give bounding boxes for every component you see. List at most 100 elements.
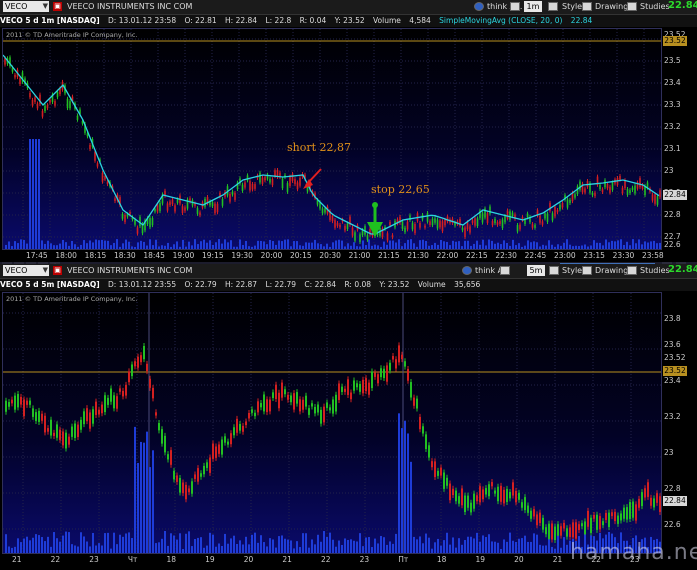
candle-body	[516, 225, 519, 232]
candle-body	[185, 484, 187, 500]
top-time-tick: 19:30	[231, 251, 253, 260]
candle-body	[338, 383, 340, 400]
top-globe-icon[interactable]	[474, 2, 484, 11]
volume-bar	[371, 547, 373, 553]
candle-body	[56, 91, 59, 98]
volume-bar	[419, 536, 421, 553]
volume-bar	[167, 242, 169, 249]
volume-bar	[536, 242, 538, 249]
volume-bar	[62, 535, 64, 553]
volume-bar	[350, 245, 352, 249]
top-style-icon	[548, 2, 558, 11]
volume-bar	[161, 245, 163, 249]
candle-body	[578, 524, 580, 531]
volume-bar	[209, 240, 211, 249]
candle-body	[182, 482, 184, 494]
top-price-plot[interactable]: 2011 © TD Ameritrade IP Company, Inc. sh…	[2, 28, 662, 250]
volume-bar	[509, 245, 511, 249]
volume-bar	[251, 534, 253, 553]
bottom-style-button[interactable]: Style	[562, 265, 582, 276]
candle-body	[515, 490, 517, 503]
volume-bar	[200, 241, 202, 249]
candle-body	[49, 99, 51, 103]
volume-bar	[59, 243, 61, 249]
volume-bar	[485, 537, 487, 553]
bottom-price-tick: 22.8	[664, 484, 681, 493]
candle-body	[98, 409, 100, 415]
bottom-price-plot[interactable]: 2011 © TD Ameritrade IP Company, Inc.	[2, 292, 662, 554]
volume-bar	[431, 548, 433, 553]
volume-bar	[518, 538, 520, 553]
candle-body	[167, 454, 169, 460]
volume-bar	[530, 242, 532, 249]
candle-body	[151, 218, 154, 226]
volume-bar	[227, 242, 229, 249]
bottom-symbol-field[interactable]: VECO ▼	[3, 265, 49, 276]
volume-bar	[470, 536, 472, 553]
top-symbol-field[interactable]: VECO ▼	[3, 1, 49, 12]
bottom-link-icon[interactable]: ▣	[53, 266, 62, 275]
candle-body	[114, 198, 116, 202]
volume-bar	[173, 244, 175, 249]
candle-body	[139, 216, 141, 227]
volume-bar	[479, 244, 481, 249]
volume-bar	[254, 532, 256, 553]
candle-body	[59, 429, 61, 440]
volume-bar	[356, 246, 358, 249]
volume-bar	[149, 467, 151, 553]
top-style-button[interactable]: Style	[562, 1, 582, 12]
bottom-price-axis: 23.8 23.6 23.52 23.4 23.2 23 22.8 22.6	[662, 292, 697, 554]
volume-bar	[221, 243, 223, 249]
volume-bar	[128, 532, 130, 553]
candle-body	[620, 513, 622, 521]
volume-bar	[155, 543, 157, 553]
top-price-svg	[3, 29, 661, 249]
volume-bar	[35, 534, 37, 553]
bottom-time-tick: 20	[514, 555, 524, 564]
candle-body	[62, 431, 64, 446]
volume-bar	[626, 241, 628, 249]
volume-bar	[335, 546, 337, 553]
bottom-chart-type-icon[interactable]	[500, 266, 510, 275]
candle-body	[635, 504, 637, 521]
candle-body	[647, 482, 649, 497]
bottom-studies-button[interactable]: Studies	[640, 265, 670, 276]
volume-bar	[242, 544, 244, 553]
bottom-timeframe-field[interactable]: 5m	[527, 265, 545, 276]
volume-bar	[125, 239, 127, 249]
bottom-quote-date: D: 13.01.12 23:55	[108, 280, 177, 289]
volume-bar	[293, 241, 295, 249]
candle-body	[656, 493, 658, 503]
candle-body	[609, 186, 611, 193]
candle-body	[392, 356, 394, 360]
volume-bar	[44, 243, 46, 249]
volume-bar	[416, 539, 418, 553]
candle-body	[194, 203, 196, 206]
bottom-globe-icon[interactable]	[462, 266, 472, 275]
top-quote-range: R: 0.04	[299, 16, 327, 25]
top-link-icon[interactable]: ▣	[53, 2, 62, 11]
volume-bar	[173, 535, 175, 553]
candle-body	[47, 428, 49, 432]
volume-bar	[323, 531, 325, 553]
candle-body	[278, 392, 280, 409]
bottom-quote-high: H: 22.87	[225, 280, 258, 289]
top-chart-type-icon[interactable]	[510, 2, 520, 11]
volume-bar	[638, 239, 640, 249]
volume-bar	[398, 239, 400, 249]
candle-body	[254, 184, 256, 189]
candle-body	[470, 502, 472, 513]
volume-bar	[542, 244, 544, 249]
bottom-time-tick: 19	[205, 555, 215, 564]
volume-bar	[98, 240, 100, 249]
top-studies-button[interactable]: Studies	[640, 1, 670, 12]
candle-body	[512, 482, 514, 496]
volume-bar	[101, 239, 103, 249]
volume-bar	[554, 548, 556, 553]
volume-bar	[182, 239, 184, 249]
volume-bar	[506, 541, 508, 553]
top-timeframe-field[interactable]: 1m	[524, 1, 542, 12]
volume-bar	[476, 240, 478, 249]
volume-bar	[245, 536, 247, 553]
volume-bar	[317, 534, 319, 553]
